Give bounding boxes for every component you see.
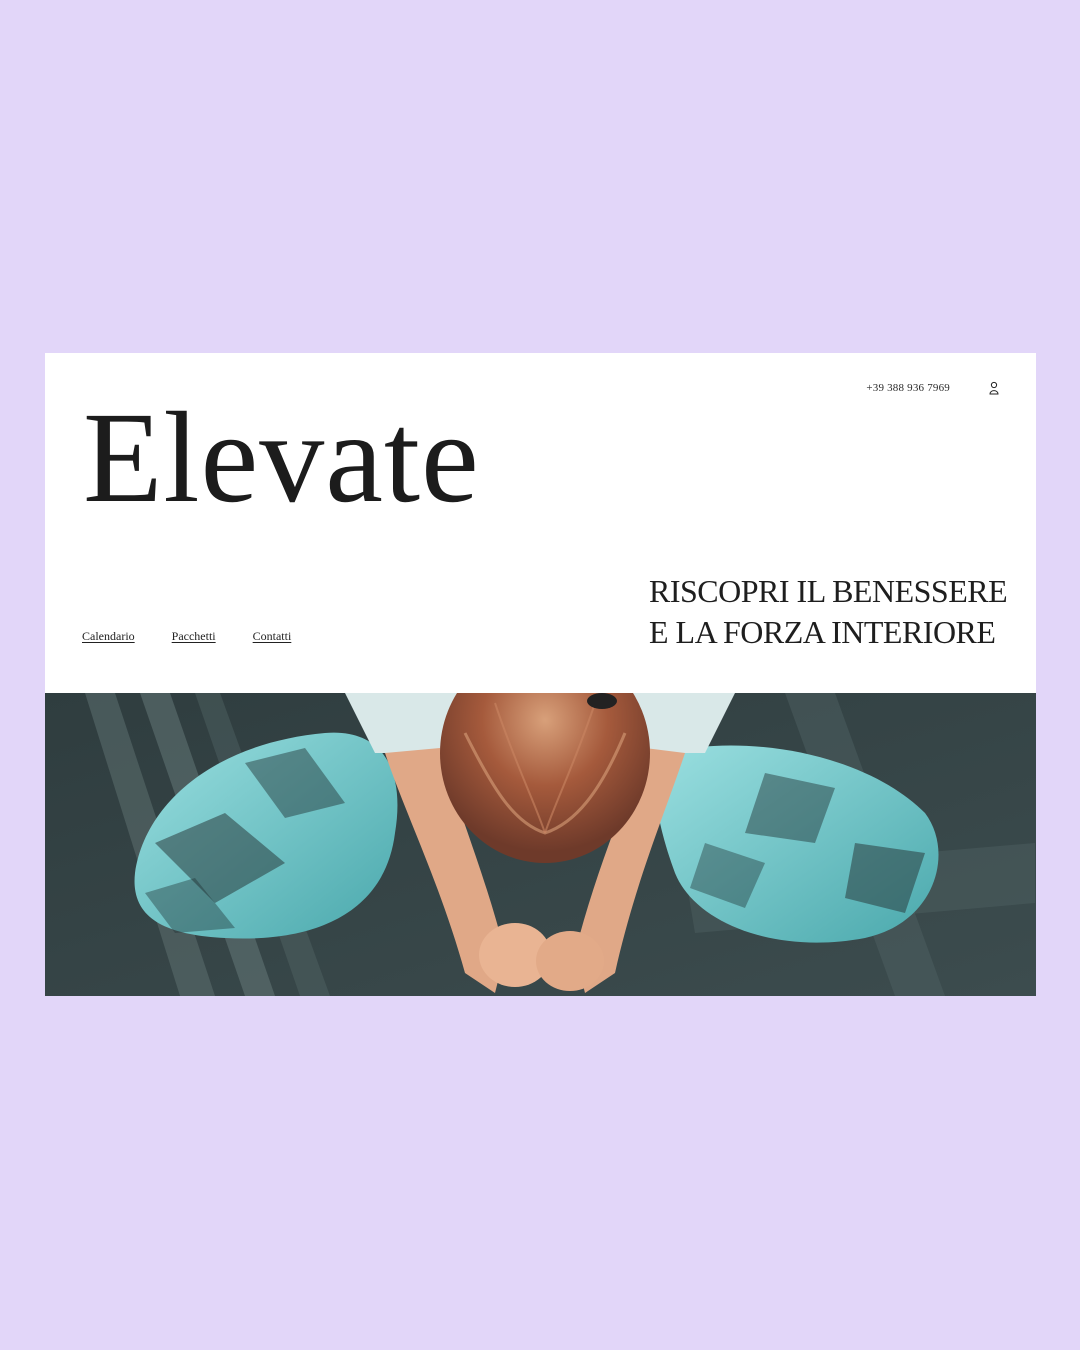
nav-item-contatti[interactable]: Contatti xyxy=(253,629,292,644)
yoga-photo xyxy=(45,693,1036,996)
phone-link[interactable]: +39 388 936 7969 xyxy=(866,382,950,394)
main-nav: Calendario Pacchetti Contatti xyxy=(82,629,291,644)
tagline-line-1: RISCOPRI IL BENESSERE xyxy=(649,573,1008,609)
site-header: +39 388 936 7969 Elevate Calendario Pacc… xyxy=(45,353,1036,693)
nav-item-pacchetti[interactable]: Pacchetti xyxy=(172,629,216,644)
site-logo[interactable]: Elevate xyxy=(83,393,480,523)
hero-tagline: RISCOPRI IL BENESSERE E LA FORZA INTERIO… xyxy=(649,571,1008,653)
website-card: +39 388 936 7969 Elevate Calendario Pacc… xyxy=(45,353,1036,996)
user-icon[interactable] xyxy=(989,381,999,395)
nav-item-calendario[interactable]: Calendario xyxy=(82,629,135,644)
tagline-line-2: E LA FORZA INTERIORE xyxy=(649,614,996,650)
hero-image xyxy=(45,693,1036,996)
